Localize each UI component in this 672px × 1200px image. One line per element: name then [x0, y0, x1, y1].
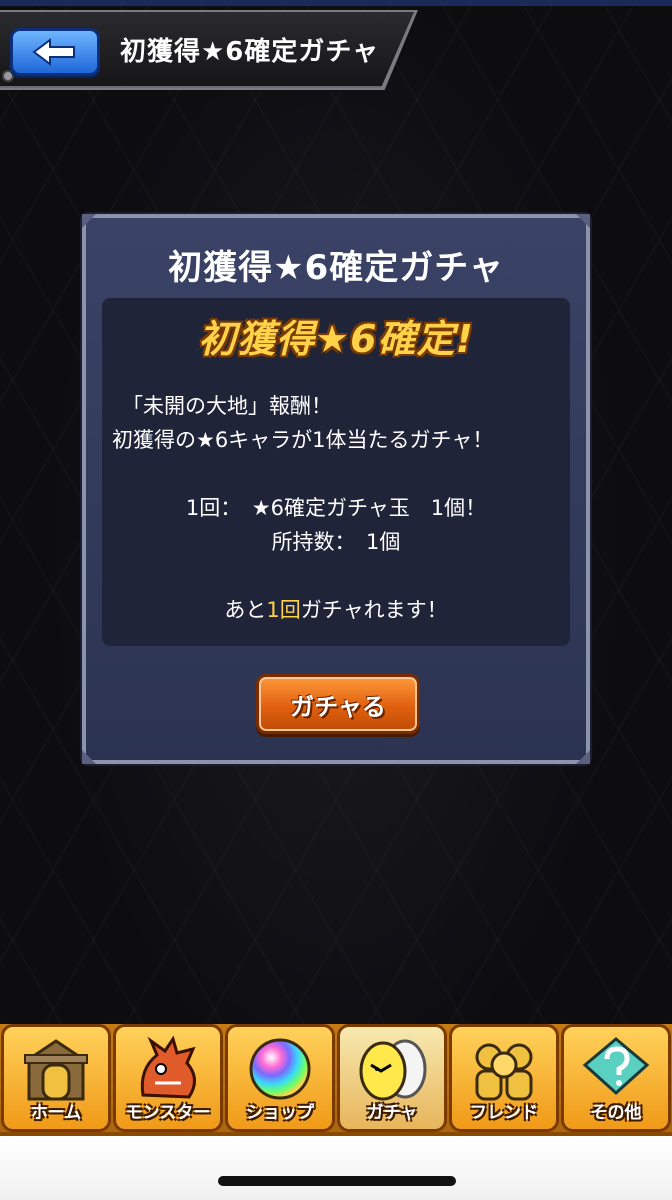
nav-label-home: ホーム — [30, 1103, 82, 1123]
monster-dragon-icon — [140, 1035, 196, 1099]
nav-item-gacha[interactable]: ガチャ — [337, 1024, 447, 1132]
nav-label-friend: フレンド — [470, 1103, 538, 1123]
nav-item-shop[interactable]: ショップ — [225, 1024, 335, 1132]
dialog-content: 初獲得★6確定! 「未開の大地」報酬！ 初獲得の★6キャラが1体当たるガチャ！ … — [102, 298, 570, 646]
reward-source-text: 「未開の大地」報酬！ — [122, 394, 332, 418]
back-button[interactable] — [10, 28, 100, 76]
home-indicator[interactable] — [218, 1176, 456, 1186]
top-strip — [0, 0, 672, 6]
cost-text: 1回： ★6確定ガチャ玉 1個！ — [185, 496, 487, 520]
home-gate-icon — [24, 1039, 88, 1101]
nav-item-monster[interactable]: モンスター — [113, 1024, 223, 1132]
rainbow-orb-icon — [249, 1038, 311, 1100]
nav-label-gacha: ガチャ — [366, 1103, 418, 1123]
friends-icon — [475, 1043, 533, 1101]
home-indicator-area — [0, 1136, 672, 1200]
nav-item-friend[interactable]: フレンド — [449, 1024, 559, 1132]
nav-label-other: その他 — [590, 1103, 642, 1123]
guarantee-headline: 初獲得★6確定! — [198, 317, 474, 361]
gacha-pull-button[interactable]: ガチャる — [256, 674, 420, 734]
page-title: 初獲得★6確定ガチャ — [120, 37, 380, 67]
nav-label-monster: モンスター — [125, 1103, 211, 1123]
remaining-suffix: ガチャれます！ — [300, 598, 448, 622]
owned-count-text: 所持数： 1個 — [271, 530, 401, 554]
other-question-icon — [582, 1037, 650, 1096]
gacha-egg-icon — [359, 1039, 427, 1101]
corner-decoration — [82, 214, 96, 228]
dialog-title: 初獲得★6確定ガチャ — [168, 248, 504, 288]
corner-decoration — [576, 750, 590, 764]
nav-item-other[interactable]: その他 — [561, 1024, 671, 1132]
corner-decoration — [82, 750, 96, 764]
corner-decoration — [576, 214, 590, 228]
remaining-count: 1回 — [266, 598, 301, 622]
back-arrow-icon — [32, 38, 75, 66]
nav-item-home[interactable]: ホーム — [1, 1024, 111, 1132]
remaining-pulls-text: あと1回ガチャれます！ — [102, 594, 570, 624]
nav-label-shop: ショップ — [246, 1103, 314, 1123]
remaining-prefix: あと — [224, 598, 267, 622]
gacha-dialog: 初獲得★6確定ガチャ 初獲得★6確定! 「未開の大地」報酬！ 初獲得の★6キャラ… — [82, 214, 590, 764]
bottom-nav: ホーム モンスター ショップ ガチャ フレンド その他 — [0, 1024, 672, 1132]
gacha-description-text: 初獲得の★6キャラが1体当たるガチャ！ — [112, 428, 494, 452]
